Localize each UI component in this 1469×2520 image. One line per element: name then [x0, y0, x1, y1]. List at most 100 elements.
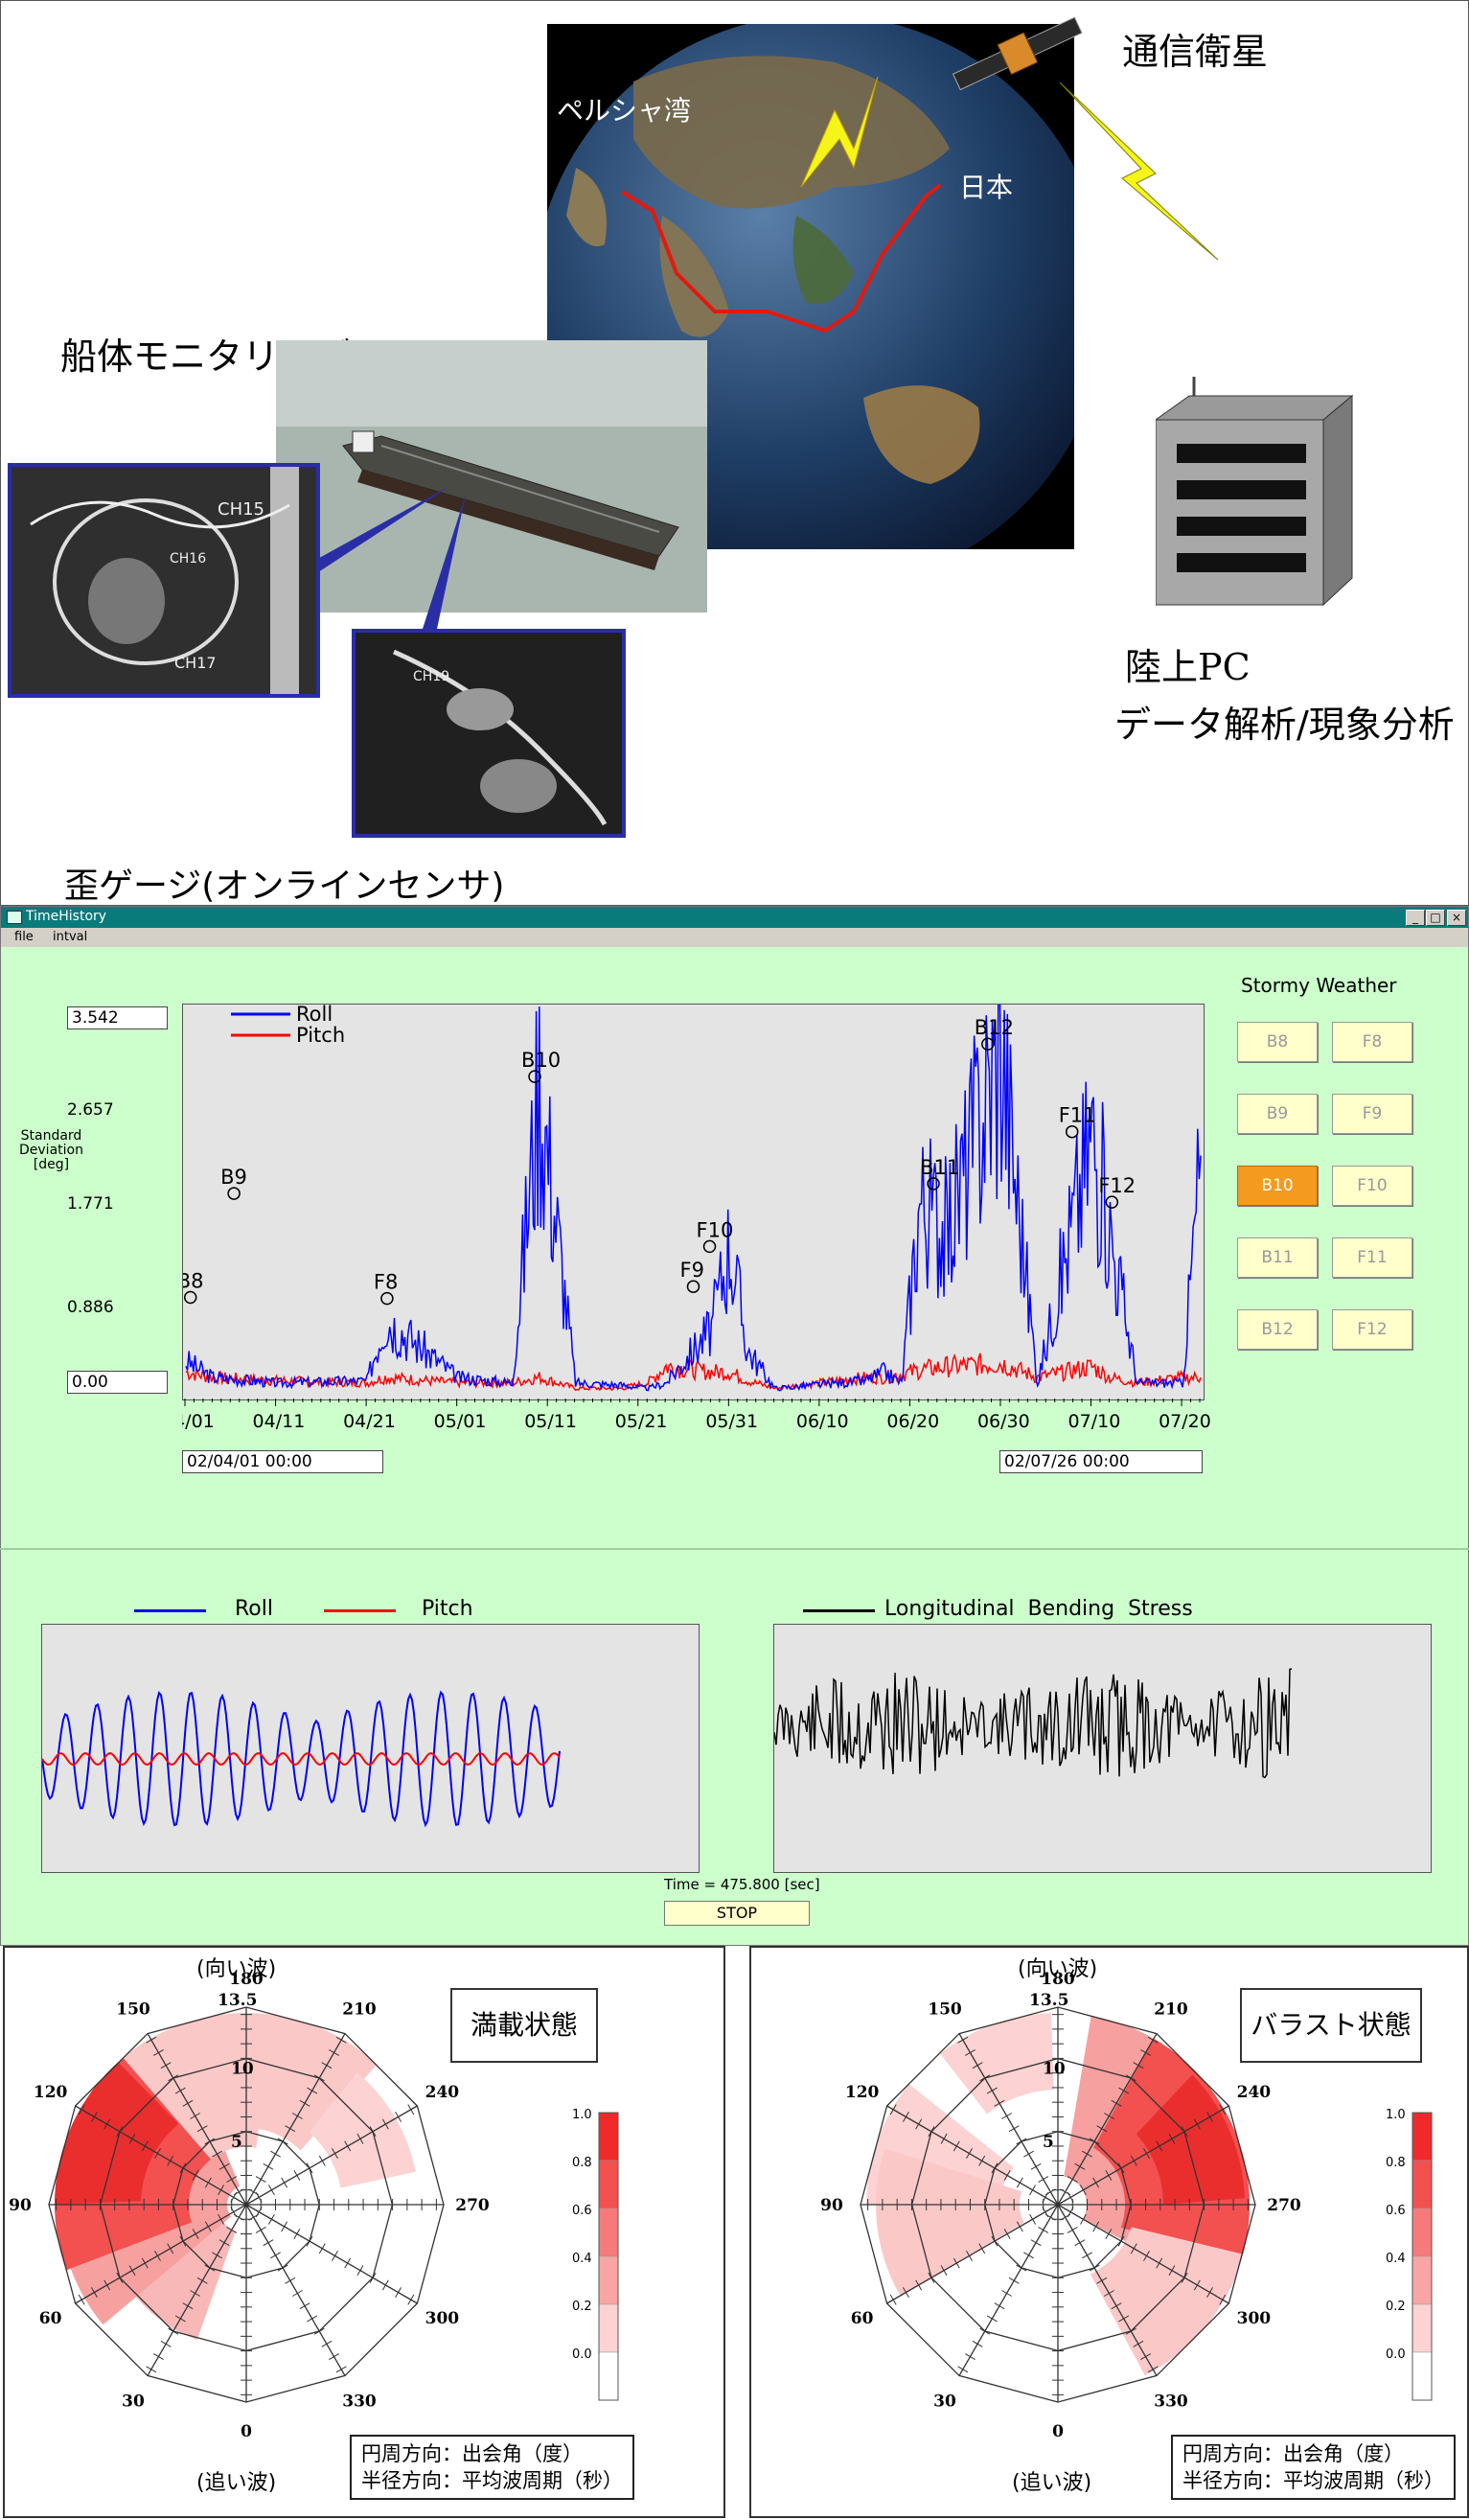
- polar-tick: [1074, 2239, 1086, 2247]
- angle-label: 30: [122, 2392, 145, 2411]
- colorbar-band: [598, 2255, 619, 2305]
- angle-label: 240: [1237, 2083, 1272, 2102]
- angle-label: 210: [1154, 2000, 1188, 2020]
- callout-lines: [312, 485, 466, 629]
- colorbar-tick: 0.4: [1386, 2252, 1406, 2266]
- y-tick-label: 2.657: [67, 1100, 114, 1120]
- history-plot-area[interactable]: Roll Pitch B8 B9 F8 B10 F9 F10 B11 B12 F11 F12: [177, 987, 1205, 1400]
- angle-label: 150: [116, 2000, 150, 2020]
- annotation-b11: B11: [920, 1156, 959, 1191]
- storm-button-f12[interactable]: F12: [1332, 1309, 1412, 1350]
- stop-button[interactable]: STOP: [664, 1901, 810, 1926]
- polar-tick: [964, 2353, 976, 2361]
- polar-tick: [1023, 2150, 1034, 2158]
- annotation-label: B9: [220, 1166, 247, 1189]
- storm-button-f11[interactable]: F11: [1332, 1237, 1412, 1278]
- full-load-polar-chart: 180210240270300330030609012015051013.51.…: [9, 1970, 619, 2441]
- roll-pitch-realtime-chart: [41, 1690, 561, 1828]
- app-icon: [7, 911, 22, 924]
- x-tick-label: 04/21: [343, 1411, 396, 1432]
- legend-line: 半径方向：平均波周期（秒）: [361, 2469, 623, 2492]
- menu-file[interactable]: file: [14, 930, 34, 944]
- annotation-label: B12: [975, 1016, 1014, 1039]
- storm-button-b10[interactable]: B10: [1237, 1166, 1318, 1206]
- close-button[interactable]: ×: [1447, 910, 1466, 926]
- storm-button-f10[interactable]: F10: [1332, 1166, 1412, 1206]
- angle-label: 240: [425, 2083, 460, 2102]
- polar-tick: [1030, 2239, 1042, 2247]
- polar-tick: [1016, 2264, 1027, 2272]
- x-tick-label: 06/20: [886, 1411, 939, 1432]
- angle-label: 60: [39, 2309, 62, 2328]
- full-load-title: 満載状態: [450, 1988, 598, 2063]
- x-tick-label: 07/10: [1068, 1411, 1121, 1432]
- angle-label: 90: [820, 2196, 843, 2215]
- annotation-label: F11: [1059, 1104, 1096, 1127]
- roll-pitch-realtime-plot[interactable]: [41, 1624, 700, 1873]
- polar-tick: [306, 2235, 313, 2247]
- y-axis-label: Standard Deviation [deg]: [19, 1129, 83, 1172]
- polar-tick: [1001, 2113, 1013, 2119]
- full-load-panel: 180 210 240 270 300 330 0 30 60 90 120 150 5 10 13.5 1.…: [3, 1946, 725, 2518]
- polar-tick: [1029, 2213, 1037, 2225]
- storm-button-b11[interactable]: B11: [1237, 1237, 1318, 1278]
- colorbar-band: [1412, 2303, 1433, 2353]
- angle-label: 150: [928, 2000, 962, 2020]
- colorbar-tick: 0.2: [572, 2300, 592, 2314]
- polar-tick: [407, 2294, 415, 2305]
- y-min-readout[interactable]: 0.00: [67, 1371, 168, 1394]
- polar-tick: [1008, 2277, 1020, 2284]
- ballast-title: バラスト状態: [1240, 1988, 1422, 2063]
- annotation-b10: B10: [521, 1049, 561, 1083]
- storm-button-b12[interactable]: B12: [1237, 1309, 1318, 1350]
- stress-realtime-plot[interactable]: [773, 1624, 1432, 1873]
- colorbar-tick: 0.0: [1386, 2347, 1406, 2362]
- y-axis-label-line: [deg]: [33, 1157, 70, 1172]
- polar-tick: [281, 2221, 288, 2232]
- colorbar-band: [1412, 2160, 1433, 2209]
- polar-tick: [263, 2239, 274, 2247]
- polar-colorbar: 1.0 0.8 0.6 0.4 0.2 0.0: [1386, 2108, 1433, 2401]
- polar-tick: [1082, 2252, 1092, 2259]
- y-max-readout[interactable]: 3.542: [67, 1006, 168, 1029]
- land-pc-label: 陸上PC: [1125, 646, 1251, 688]
- japan-label: 日本: [959, 172, 1013, 203]
- angle-label: 330: [342, 2392, 377, 2411]
- stress-legend-text: Longitudinal Bending Stress: [884, 1597, 1193, 1621]
- time-readout: Time = 475.800 [sec]: [664, 1876, 820, 1893]
- angle-label: 30: [933, 2392, 956, 2411]
- polar-tick: [285, 2277, 296, 2284]
- storm-button-b8[interactable]: B8: [1237, 1022, 1318, 1062]
- colorbar-band: [1412, 2351, 1433, 2401]
- legend-line: 円周方向：出会角（度）: [1182, 2442, 1404, 2465]
- annotation-f9: F9: [680, 1259, 704, 1293]
- minimize-button[interactable]: _: [1406, 910, 1425, 926]
- polar-tick: [255, 2176, 266, 2184]
- polar-tick: [1008, 2125, 1020, 2133]
- polar-tick: [281, 2177, 288, 2188]
- storm-button-f8[interactable]: F8: [1332, 1022, 1412, 1062]
- annotation-label: F12: [1098, 1174, 1136, 1197]
- end-date-readout[interactable]: 02/07/26 00:00: [999, 1450, 1203, 1473]
- window-titlebar[interactable]: TimeHistory _ □ ×: [1, 907, 1468, 928]
- polar-tick: [994, 2302, 1005, 2310]
- colorbar-tick: 1.0: [572, 2108, 592, 2122]
- menu-intval[interactable]: intval: [53, 930, 87, 944]
- x-tick-label: 04/11: [253, 1411, 306, 1432]
- maximize-button[interactable]: □: [1426, 910, 1445, 926]
- polar-tick: [986, 2315, 998, 2323]
- polar-tick: [381, 2279, 389, 2291]
- annotation-marker: [183, 1290, 197, 1305]
- menu-bar: file intval: [1, 928, 1468, 947]
- colorbar-band: [598, 2303, 619, 2353]
- polar-tick: [335, 2366, 347, 2373]
- storm-button-b9[interactable]: B9: [1237, 1094, 1318, 1134]
- photo-text: CH16: [170, 551, 206, 566]
- pitch-legend-line: [324, 1609, 396, 1612]
- storm-button-f9[interactable]: F9: [1332, 1094, 1412, 1134]
- colorbar-tick: 0.4: [572, 2252, 592, 2266]
- y-tick-label: 1.771: [67, 1194, 114, 1214]
- polar-tick: [318, 2243, 326, 2254]
- colorbar-band: [598, 2160, 619, 2209]
- start-date-readout[interactable]: 02/04/01 00:00: [182, 1450, 383, 1473]
